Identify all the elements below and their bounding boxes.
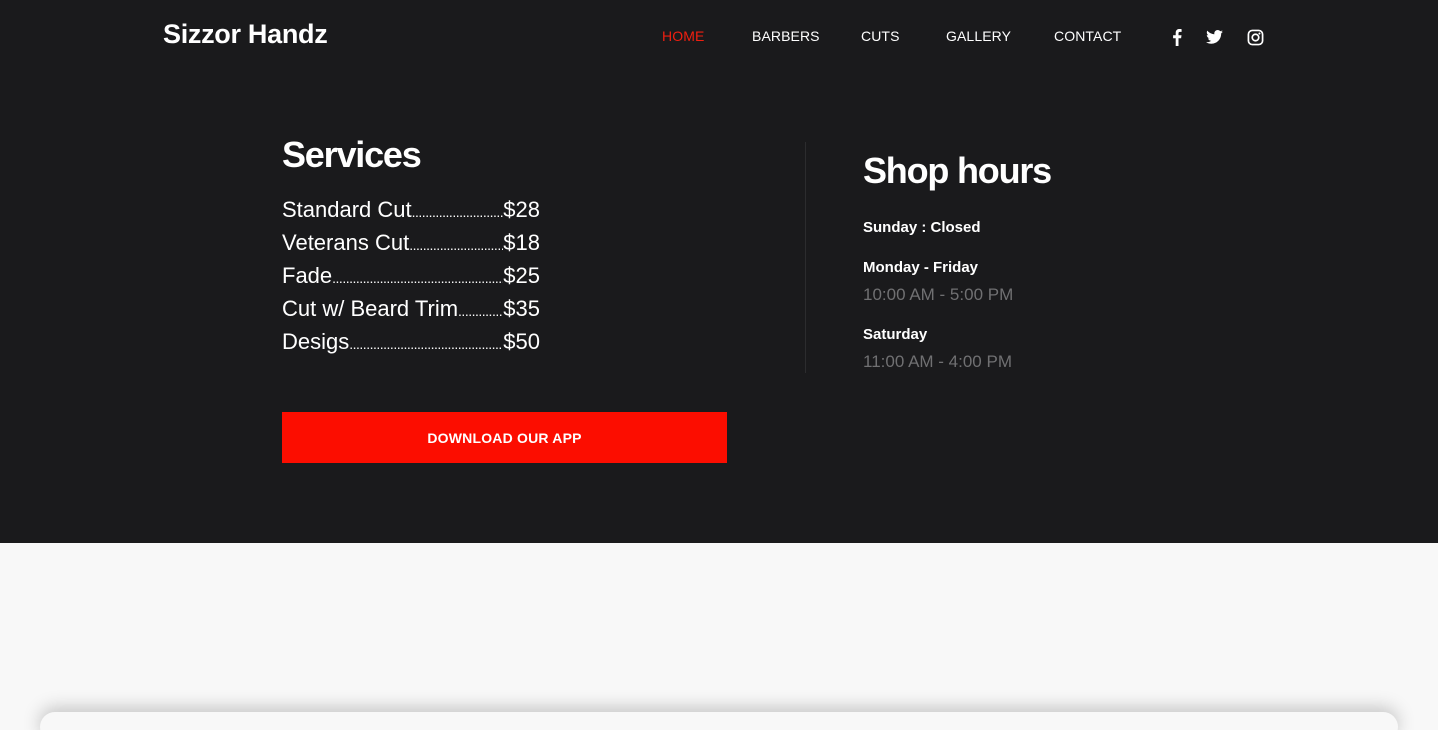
nav-item-contact[interactable]: CONTACT [1054, 28, 1121, 44]
nav-item-cuts[interactable]: CUTS [861, 28, 900, 44]
service-price: $18 [503, 230, 540, 255]
service-dots [349, 336, 503, 352]
service-name: Cut w/ Beard Trim [282, 296, 459, 321]
instagram-icon[interactable] [1246, 28, 1264, 46]
service-price: $35 [503, 296, 540, 321]
service-item: Veterans Cut $18 [282, 230, 540, 263]
hours-sunday: Sunday : Closed [863, 219, 981, 236]
hero-section: Sizzor Handz HOME BARBERS CUTS GALLERY C… [0, 0, 1438, 543]
service-dots [412, 204, 504, 220]
service-item: Desigs $50 [282, 329, 540, 362]
service-dots [409, 237, 503, 253]
hours-title: Shop hours [863, 150, 1052, 191]
nav-item-gallery[interactable]: GALLERY [946, 28, 1011, 44]
download-app-button[interactable]: DOWNLOAD OUR APP [282, 412, 727, 463]
service-name: Fade [282, 263, 333, 288]
services-title: Services [282, 134, 422, 175]
service-price: $25 [503, 263, 540, 288]
nav-item-barbers[interactable]: BARBERS [752, 28, 820, 44]
service-name: Standard Cut [282, 197, 412, 222]
nav-item-home[interactable]: HOME [662, 28, 704, 44]
hours-saturday-label: Saturday [863, 326, 928, 343]
service-dots [332, 270, 503, 286]
twitter-icon[interactable] [1205, 28, 1223, 46]
service-dots [458, 303, 503, 319]
facebook-icon[interactable] [1168, 28, 1186, 46]
service-price: $50 [503, 329, 540, 354]
hours-saturday-time: 11:00 AM - 4:00 PM [863, 352, 1012, 371]
next-section-card [40, 712, 1398, 730]
service-name: Veterans Cut [282, 230, 410, 255]
services-list: Standard Cut $28 Veterans Cut $18 Fade $… [282, 197, 540, 362]
service-price: $28 [503, 197, 540, 222]
column-divider [805, 142, 806, 373]
service-name: Desigs [282, 329, 350, 354]
service-item: Fade $25 [282, 263, 540, 296]
service-item: Standard Cut $28 [282, 197, 540, 230]
brand-logo[interactable]: Sizzor Handz [163, 19, 328, 50]
service-item: Cut w/ Beard Trim $35 [282, 296, 540, 329]
hours-weekday-time: 10:00 AM - 5:00 PM [863, 285, 1014, 304]
hours-weekday-label: Monday - Friday [863, 259, 979, 276]
